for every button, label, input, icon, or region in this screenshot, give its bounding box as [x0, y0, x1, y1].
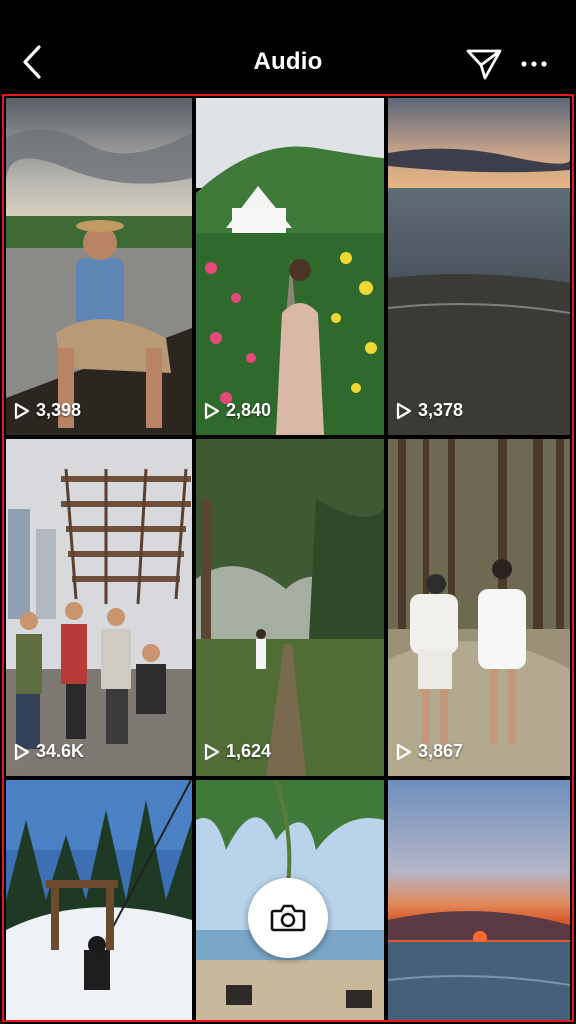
reel-thumbnail	[196, 98, 384, 435]
play-outline-icon	[204, 743, 220, 760]
reel-tile[interactable]: 34.6K	[6, 439, 192, 776]
reel-tile[interactable]: 3,398	[6, 98, 192, 435]
view-count-label: 1,624	[226, 741, 272, 761]
reel-thumbnail	[388, 98, 570, 435]
view-count: 34.6K	[14, 741, 84, 762]
view-count-label: 3,867	[418, 741, 464, 761]
play-outline-icon	[14, 402, 30, 419]
reel-thumbnail	[388, 439, 570, 776]
camera-button[interactable]	[248, 878, 328, 958]
reel-thumbnail	[6, 98, 192, 435]
reel-tile[interactable]	[388, 780, 570, 1020]
paper-plane-icon	[466, 49, 502, 80]
play-outline-icon	[396, 743, 412, 760]
view-count-label: 2,840	[226, 400, 272, 420]
reel-tile[interactable]: 2,840	[196, 98, 384, 435]
reel-thumbnail	[6, 439, 192, 776]
reel-tile[interactable]: 3,378	[388, 98, 570, 435]
reel-thumbnail	[388, 780, 570, 1020]
reel-tile[interactable]: 1,624	[196, 439, 384, 776]
play-outline-icon	[204, 402, 220, 419]
play-outline-icon	[14, 743, 30, 760]
view-count: 2,840	[204, 400, 271, 421]
more-options-button[interactable]	[514, 44, 554, 84]
view-count-label: 3,378	[418, 400, 464, 420]
camera-icon	[270, 904, 306, 932]
reel-thumbnail	[6, 780, 192, 1020]
top-bar: Audio	[0, 0, 576, 92]
view-count-label: 3,398	[36, 400, 82, 420]
audio-page: Audio 3,398 2,840 3,378 34.6K 1,624 3,86…	[0, 0, 576, 1024]
ellipsis-icon	[521, 61, 547, 67]
view-count: 3,867	[396, 741, 463, 762]
reel-tile[interactable]	[6, 780, 192, 1020]
view-count: 3,378	[396, 400, 463, 421]
reel-tile[interactable]: 3,867	[388, 439, 570, 776]
play-outline-icon	[396, 402, 412, 419]
reel-thumbnail	[196, 439, 384, 776]
view-count-label: 34.6K	[36, 741, 85, 761]
share-button[interactable]	[464, 44, 504, 84]
view-count: 1,624	[204, 741, 271, 762]
view-count: 3,398	[14, 400, 81, 421]
